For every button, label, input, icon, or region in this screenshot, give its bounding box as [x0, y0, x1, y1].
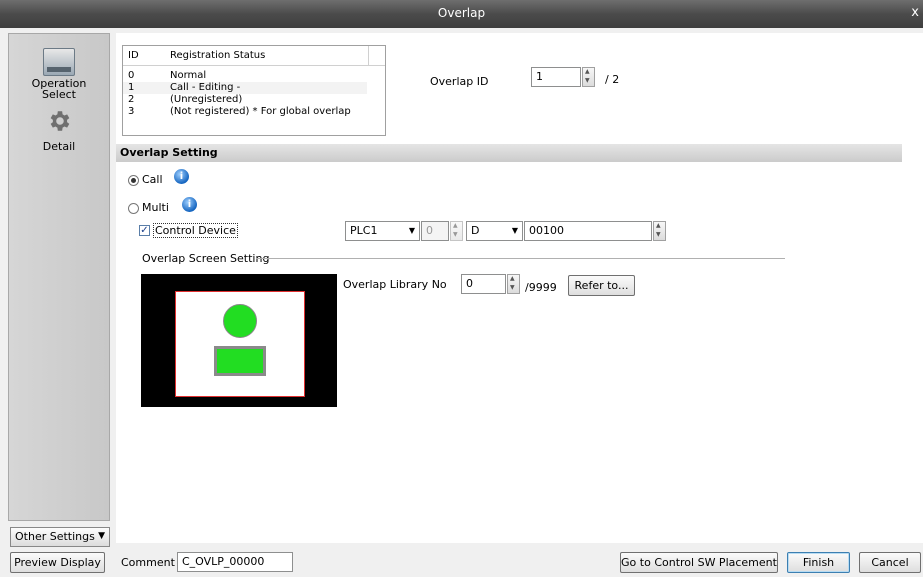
comment-label: Comment [121, 556, 175, 569]
row-status: Normal [170, 70, 207, 81]
multi-label: Multi [142, 201, 169, 214]
call-radio[interactable] [128, 175, 139, 186]
finish-button[interactable]: Finish [787, 552, 850, 573]
multi-radio[interactable] [128, 203, 139, 214]
station-spinner [450, 221, 463, 241]
row-id: 1 [128, 82, 135, 93]
main-panel: ID Registration Status 0 Normal 1 Call -… [116, 33, 923, 543]
device-type-value: D [471, 224, 480, 237]
control-device-checkbox[interactable]: ✓ [139, 225, 150, 236]
table-header: ID Registration Status [123, 46, 385, 66]
window-title: Overlap [437, 6, 486, 20]
table-row[interactable]: 0 Normal [123, 70, 385, 82]
overlap-id-input[interactable]: 1 [531, 67, 581, 87]
registration-table: ID Registration Status 0 Normal 1 Call -… [122, 45, 386, 136]
library-no-max: /9999 [525, 281, 557, 294]
library-no-input[interactable]: 0 [461, 274, 506, 294]
lamp-icon [223, 304, 257, 338]
row-id: 2 [128, 94, 135, 105]
library-no-spinner[interactable] [507, 274, 520, 294]
device-type-dropdown[interactable]: D ▼ [466, 221, 523, 241]
overlap-id-max: / 2 [605, 73, 620, 86]
preview-display-button[interactable]: Preview Display [10, 552, 105, 573]
go-to-control-sw-button[interactable]: Go to Control SW Placement [620, 552, 778, 573]
chevron-down-icon: ▼ [511, 226, 518, 235]
overlap-id-spinner[interactable] [582, 67, 595, 87]
preview-screen [175, 291, 305, 397]
row-status: (Unregistered) [170, 94, 243, 105]
group-divider [256, 258, 785, 259]
plc-value: PLC1 [350, 224, 378, 237]
address-input[interactable]: 00100 [524, 221, 652, 241]
library-no-label: Overlap Library No [343, 278, 447, 291]
column-divider [368, 46, 369, 66]
column-header-id: ID [128, 50, 139, 61]
refer-to-button[interactable]: Refer to... [568, 275, 635, 296]
sidebar: Operation Select Detail [8, 33, 110, 521]
sidebar-item-detail[interactable]: Detail [9, 108, 109, 152]
title-bar: Overlap x [0, 0, 923, 28]
row-id: 3 [128, 106, 135, 117]
switch-icon [214, 346, 266, 376]
close-icon[interactable]: x [911, 5, 919, 20]
row-id: 0 [128, 70, 135, 81]
cancel-button[interactable]: Cancel [859, 552, 921, 573]
chevron-down-icon: ▼ [408, 226, 415, 235]
other-settings-label: Other Settings [15, 530, 95, 543]
gear-icon [50, 111, 70, 131]
address-spinner[interactable] [653, 221, 666, 241]
screen-setting-group-label: Overlap Screen Setting [142, 252, 270, 265]
row-status: (Not registered) * For global overlap [170, 106, 351, 117]
control-device-label: Control Device [153, 223, 238, 238]
sidebar-item-label: Detail [42, 140, 76, 153]
overlap-preview [141, 274, 337, 407]
table-row[interactable]: 2 (Unregistered) [123, 94, 385, 106]
info-icon[interactable]: i [182, 197, 197, 212]
chevron-down-icon: ▼ [98, 531, 105, 541]
info-icon[interactable]: i [174, 169, 189, 184]
drive-icon [43, 48, 75, 76]
sidebar-item-label: Operation Select [31, 77, 87, 101]
plc-dropdown[interactable]: PLC1 ▼ [345, 221, 420, 241]
column-header-status: Registration Status [170, 50, 266, 61]
table-row[interactable]: 3 (Not registered) * For global overlap [123, 106, 385, 118]
comment-input[interactable]: C_OVLP_00000 [177, 552, 293, 572]
section-header: Overlap Setting [116, 144, 902, 162]
other-settings-dropdown[interactable]: Other Settings ▼ [10, 527, 110, 547]
row-status: Call - Editing - [170, 82, 241, 93]
call-label: Call [142, 173, 163, 186]
overlap-id-label: Overlap ID [430, 75, 489, 88]
bottom-bar: Preview Display Comment C_OVLP_00000 Go … [0, 550, 923, 577]
sidebar-item-operation-select[interactable]: Operation Select [9, 48, 109, 100]
table-row[interactable]: 1 Call - Editing - [123, 82, 367, 94]
station-input: 0 [421, 221, 449, 241]
